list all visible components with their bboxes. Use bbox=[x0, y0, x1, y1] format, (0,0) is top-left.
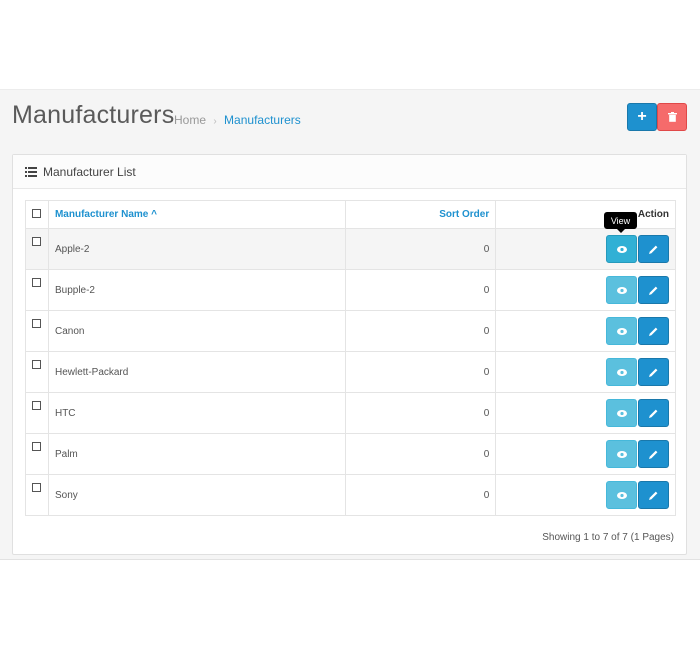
panel-heading: Manufacturer List bbox=[13, 155, 686, 189]
pencil-icon bbox=[649, 327, 658, 336]
row-checkbox[interactable] bbox=[32, 401, 42, 410]
manufacturer-name: Palm bbox=[47, 433, 346, 475]
table-row: Apple-2 0 bbox=[25, 228, 676, 270]
delete-button[interactable] bbox=[657, 103, 687, 131]
pencil-icon bbox=[649, 245, 658, 254]
row-select-cell bbox=[25, 474, 49, 516]
breadcrumb-home-link[interactable]: Home bbox=[174, 113, 206, 127]
sort-order-value: 0 bbox=[344, 351, 497, 393]
view-button[interactable] bbox=[606, 481, 637, 509]
edit-button[interactable] bbox=[638, 399, 669, 427]
manufacturer-name: Sony bbox=[47, 474, 346, 516]
row-checkbox[interactable] bbox=[32, 319, 42, 328]
table-header-row: Manufacturer Name ^ Sort Order Action bbox=[25, 200, 676, 229]
page-header: Manufacturers Home › Manufacturers + bbox=[0, 89, 700, 143]
view-button[interactable] bbox=[606, 276, 637, 304]
caret-up-icon: ^ bbox=[151, 209, 157, 220]
view-button[interactable] bbox=[606, 358, 637, 386]
list-icon bbox=[25, 166, 37, 177]
row-actions bbox=[495, 228, 676, 270]
row-select-cell bbox=[25, 310, 49, 352]
manufacturer-table: Manufacturer Name ^ Sort Order Action Ap… bbox=[25, 200, 676, 516]
column-header-sort-order: Sort Order bbox=[344, 200, 497, 229]
breadcrumb: Home › Manufacturers bbox=[174, 113, 301, 127]
table-row: Palm 0 bbox=[25, 433, 676, 475]
pencil-icon bbox=[649, 450, 658, 459]
sort-order-value: 0 bbox=[344, 269, 497, 311]
row-actions bbox=[495, 474, 676, 516]
column-header-action: Action bbox=[495, 200, 676, 229]
row-actions bbox=[495, 310, 676, 352]
edit-button[interactable] bbox=[638, 481, 669, 509]
table-row: Sony 0 bbox=[25, 474, 676, 516]
edit-button[interactable] bbox=[638, 317, 669, 345]
sort-order-value: 0 bbox=[344, 392, 497, 434]
edit-button[interactable] bbox=[638, 276, 669, 304]
sort-by-name-link[interactable]: Manufacturer Name ^ bbox=[55, 209, 157, 220]
row-select-cell bbox=[25, 351, 49, 393]
view-tooltip: View bbox=[604, 212, 637, 233]
edit-button[interactable] bbox=[638, 440, 669, 468]
row-actions bbox=[495, 269, 676, 311]
column-header-name: Manufacturer Name ^ bbox=[47, 200, 346, 229]
add-new-button[interactable]: + bbox=[627, 103, 657, 131]
pencil-icon bbox=[649, 368, 658, 377]
view-button[interactable] bbox=[606, 440, 637, 468]
row-actions bbox=[495, 433, 676, 475]
pencil-icon bbox=[649, 286, 658, 295]
plus-icon: + bbox=[637, 108, 647, 125]
row-checkbox[interactable] bbox=[32, 483, 42, 492]
manufacturer-name: Canon bbox=[47, 310, 346, 352]
row-select-cell bbox=[25, 433, 49, 475]
manufacturer-name: HTC bbox=[47, 392, 346, 434]
sort-order-value: 0 bbox=[344, 474, 497, 516]
manufacturer-name: Bupple-2 bbox=[47, 269, 346, 311]
table-row: Canon 0 bbox=[25, 310, 676, 352]
eye-icon bbox=[616, 327, 627, 335]
row-checkbox[interactable] bbox=[32, 442, 42, 451]
table-row: Hewlett-Packard 0 bbox=[25, 351, 676, 393]
edit-button[interactable] bbox=[638, 235, 669, 263]
select-all-checkbox[interactable] bbox=[32, 208, 42, 218]
pencil-icon bbox=[649, 409, 658, 418]
row-select-cell bbox=[25, 228, 49, 270]
view-button[interactable] bbox=[606, 235, 637, 263]
row-actions bbox=[495, 351, 676, 393]
table-row: HTC 0 bbox=[25, 392, 676, 434]
sort-order-value: 0 bbox=[344, 433, 497, 475]
row-checkbox[interactable] bbox=[32, 360, 42, 369]
sort-order-value: 0 bbox=[344, 310, 497, 352]
manufacturer-name: Apple-2 bbox=[47, 228, 346, 270]
manufacturer-list-panel: Manufacturer List Manufacturer Name ^ So… bbox=[12, 154, 687, 555]
column-name-label: Manufacturer Name bbox=[54, 209, 149, 220]
eye-icon bbox=[616, 368, 627, 376]
sort-by-sort-order-link[interactable]: Sort Order bbox=[439, 209, 489, 220]
row-actions bbox=[495, 392, 676, 434]
row-checkbox[interactable] bbox=[32, 278, 42, 287]
trash-icon bbox=[667, 112, 677, 122]
eye-icon bbox=[616, 450, 627, 458]
panel-title: Manufacturer List bbox=[43, 164, 136, 179]
eye-icon bbox=[616, 286, 627, 294]
row-checkbox[interactable] bbox=[32, 237, 42, 246]
eye-icon bbox=[616, 409, 627, 417]
sort-order-value: 0 bbox=[344, 228, 497, 270]
manufacturer-name: Hewlett-Packard bbox=[47, 351, 346, 393]
pagination-summary: Showing 1 to 7 of 7 (1 Pages) bbox=[542, 532, 674, 543]
view-button[interactable] bbox=[606, 399, 637, 427]
select-all-cell bbox=[25, 200, 49, 229]
eye-icon bbox=[616, 245, 627, 253]
edit-button[interactable] bbox=[638, 358, 669, 386]
breadcrumb-separator-icon: › bbox=[213, 116, 217, 127]
breadcrumb-manufacturers-link[interactable]: Manufacturers bbox=[224, 113, 301, 127]
row-select-cell bbox=[25, 392, 49, 434]
pencil-icon bbox=[649, 491, 658, 500]
page-title: Manufacturers bbox=[12, 101, 175, 129]
row-select-cell bbox=[25, 269, 49, 311]
view-button[interactable] bbox=[606, 317, 637, 345]
table-row: Bupple-2 0 bbox=[25, 269, 676, 311]
eye-icon bbox=[616, 491, 627, 499]
